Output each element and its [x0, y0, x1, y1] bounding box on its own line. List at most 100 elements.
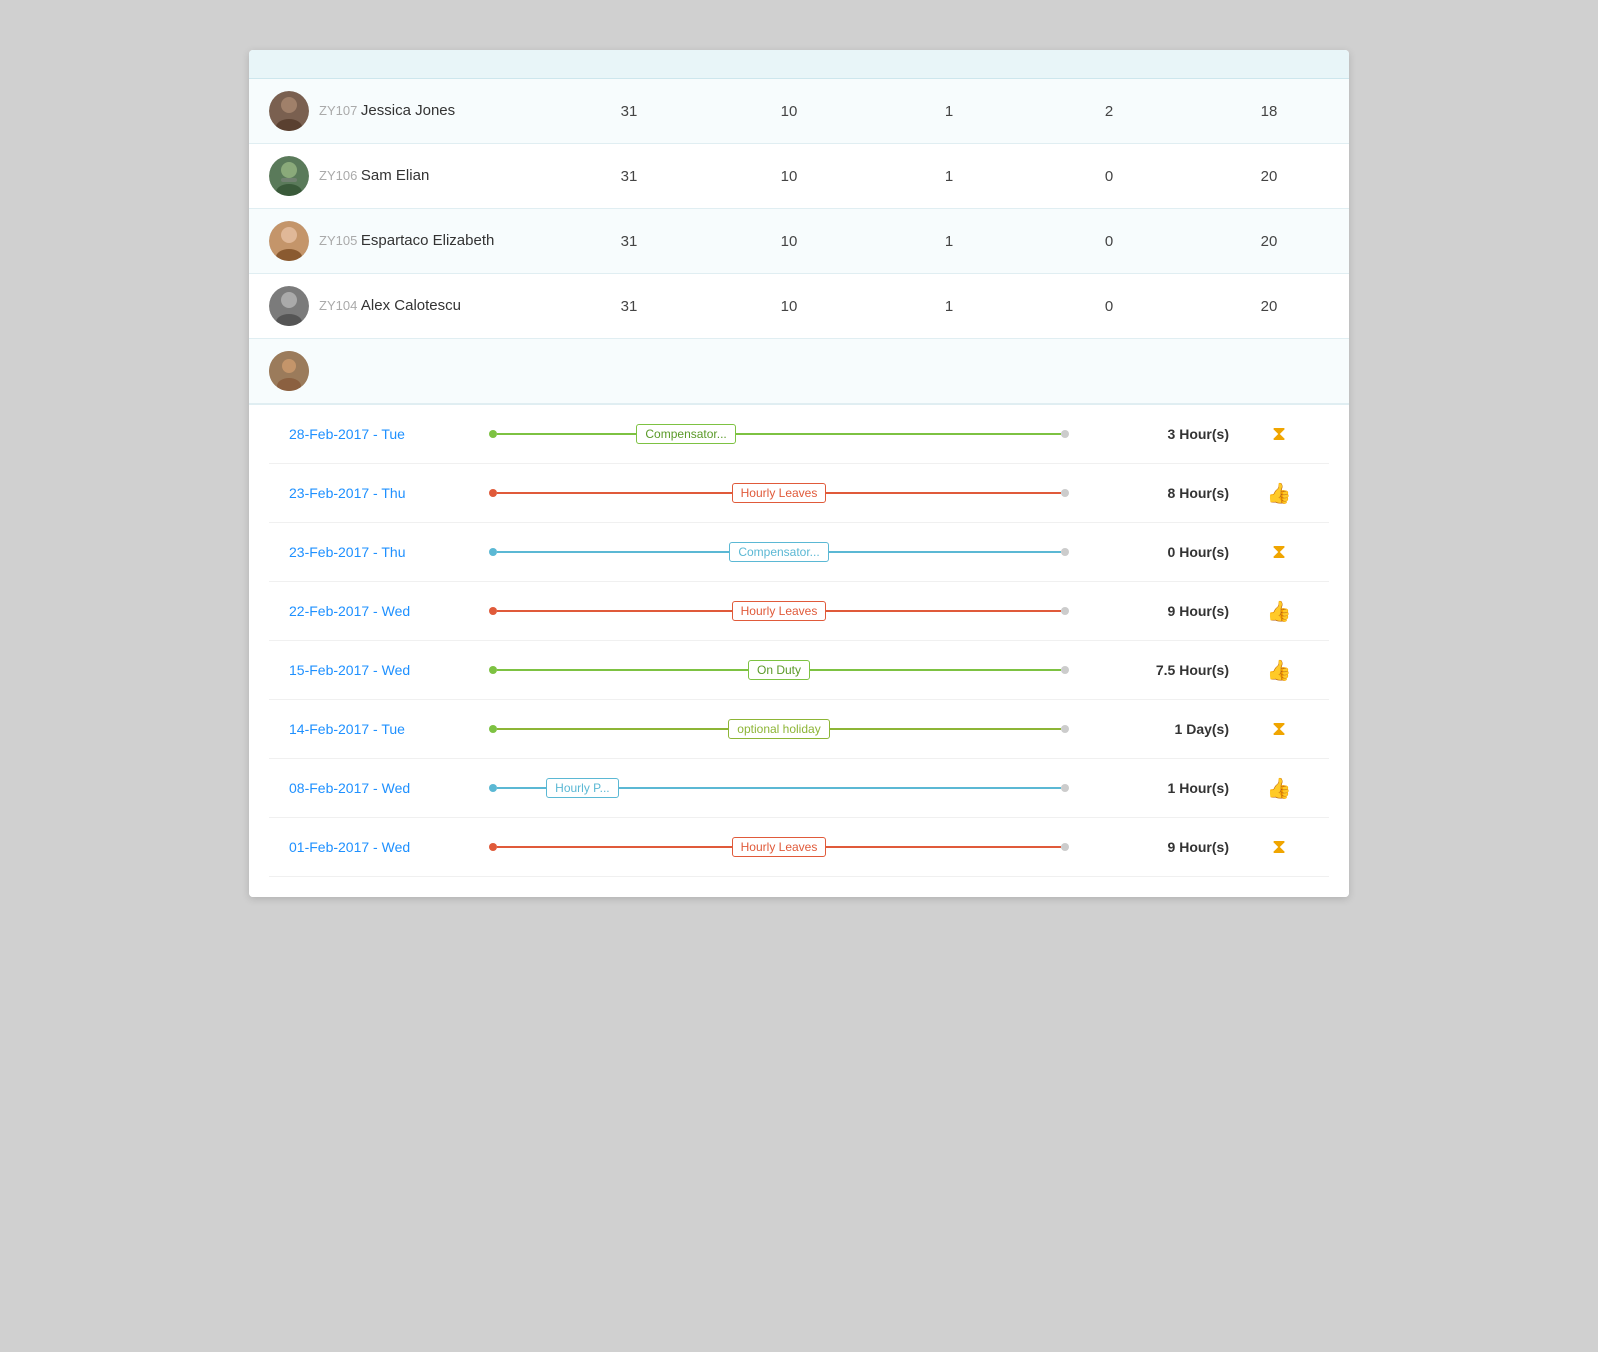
detail-hours: 9 Hour(s): [1069, 603, 1249, 619]
holidays-cell: 1: [869, 298, 1029, 315]
detail-hours: 3 Hour(s): [1069, 426, 1249, 442]
loss-of-pay-cell: 2: [1029, 103, 1189, 120]
timeline-line-left: [497, 610, 732, 612]
timeline-line-left: [497, 728, 728, 730]
detail-date[interactable]: 14-Feb-2017 - Tue: [289, 721, 489, 737]
detail-row: 15-Feb-2017 - Wed On Duty 7.5 Hour(s) 👍: [269, 641, 1329, 700]
detail-date[interactable]: 08-Feb-2017 - Wed: [289, 780, 489, 796]
total-days-cell: 31: [549, 168, 709, 185]
detail-date[interactable]: 22-Feb-2017 - Wed: [289, 603, 489, 619]
timeline-label: Hourly Leaves: [732, 483, 827, 503]
timeline-line-left: [497, 787, 546, 789]
timeline: optional holiday: [489, 714, 1069, 744]
status-icon: 👍: [1249, 599, 1309, 624]
weekend-cell: 10: [709, 233, 869, 250]
thumbs-icon: 👍: [1267, 601, 1292, 623]
timeline-line-right: [826, 610, 1061, 612]
timeline-line-right: [826, 846, 1061, 848]
status-icon: 👍: [1249, 481, 1309, 506]
detail-hours: 1 Hour(s): [1069, 780, 1249, 796]
timeline-dot-right: [1061, 843, 1069, 851]
loss-of-pay-cell: 0: [1029, 233, 1189, 250]
status-icon: ⧗: [1249, 718, 1309, 741]
detail-row: 23-Feb-2017 - Thu Compensator... 0 Hour(…: [269, 523, 1329, 582]
thumbs-icon: 👍: [1267, 778, 1292, 800]
employee-cell: ZY105 Espartaco Elizabeth: [269, 221, 549, 261]
employee-name: Jessica Jones: [361, 102, 455, 119]
employee-cell: ZY104 Alex Calotescu: [269, 286, 549, 326]
employee-cell: ZY106 Sam Elian: [269, 156, 549, 196]
loss-of-pay-cell: 0: [1029, 298, 1189, 315]
detail-date[interactable]: 01-Feb-2017 - Wed: [289, 839, 489, 855]
status-icon: ⧗: [1249, 836, 1309, 859]
timeline-dot-right: [1061, 607, 1069, 615]
timeline-line-right: [619, 787, 1061, 789]
employee-id: ZY106: [319, 168, 361, 183]
table-row[interactable]: ZY106 Sam Elian 31 10 1 0 20: [249, 144, 1349, 209]
timeline-dot-left: [489, 607, 497, 615]
status-icon: 👍: [1249, 776, 1309, 801]
timeline-dot-right: [1061, 725, 1069, 733]
detail-hours: 7.5 Hour(s): [1069, 662, 1249, 678]
timeline-line-left: [497, 492, 732, 494]
detail-date[interactable]: 23-Feb-2017 - Thu: [289, 544, 489, 560]
employee-name: Sam Elian: [361, 167, 429, 184]
employee-cell: ZY107 Jessica Jones: [269, 91, 549, 131]
detail-date[interactable]: 15-Feb-2017 - Wed: [289, 662, 489, 678]
table-row[interactable]: ZY105 Espartaco Elizabeth 31 10 1 0 20: [249, 209, 1349, 274]
table-header: [249, 50, 1349, 79]
timeline-label: Compensator...: [636, 424, 735, 444]
timeline-line-left: [497, 551, 729, 553]
timeline-line-left: [497, 433, 636, 435]
status-icon: 👍: [1249, 658, 1309, 683]
table-row[interactable]: ZY107 Jessica Jones 31 10 1 2 18: [249, 79, 1349, 144]
timeline-line-right: [830, 728, 1061, 730]
timeline-label: Hourly Leaves: [732, 601, 827, 621]
total-days-cell: 31: [549, 103, 709, 120]
timeline-dot-right: [1061, 548, 1069, 556]
detail-date[interactable]: 28-Feb-2017 - Tue: [289, 426, 489, 442]
hourglass-icon: ⧗: [1272, 718, 1286, 740]
timeline-label: optional holiday: [728, 719, 829, 739]
detail-row: 01-Feb-2017 - Wed Hourly Leaves 9 Hour(s…: [269, 818, 1329, 877]
total-days-cell: 31: [549, 233, 709, 250]
timeline: On Duty: [489, 655, 1069, 685]
partial-employee-row: [249, 339, 1349, 404]
employee-id: ZY104: [319, 298, 361, 313]
timeline: Compensator...: [489, 419, 1069, 449]
payable-days-cell: 18: [1189, 103, 1349, 120]
total-days-cell: 31: [549, 298, 709, 315]
hourglass-icon: ⧗: [1272, 541, 1286, 563]
detail-date[interactable]: 23-Feb-2017 - Thu: [289, 485, 489, 501]
weekend-cell: 10: [709, 168, 869, 185]
employee-rows: ZY107 Jessica Jones 31 10 1 2 18 ZY106 S…: [249, 79, 1349, 339]
detail-row: 14-Feb-2017 - Tue optional holiday 1 Day…: [269, 700, 1329, 759]
timeline-dot-left: [489, 548, 497, 556]
timeline-line-right: [826, 492, 1061, 494]
detail-hours: 8 Hour(s): [1069, 485, 1249, 501]
timeline-line-left: [497, 669, 748, 671]
timeline-line-left: [497, 846, 732, 848]
timeline-dot-left: [489, 489, 497, 497]
status-icon: ⧗: [1249, 541, 1309, 564]
timeline: Hourly Leaves: [489, 478, 1069, 508]
employee-id: ZY107: [319, 103, 361, 118]
timeline-dot-right: [1061, 666, 1069, 674]
table-row[interactable]: ZY104 Alex Calotescu 31 10 1 0 20: [249, 274, 1349, 339]
timeline-line-right: [810, 669, 1061, 671]
hourglass-icon: ⧗: [1272, 423, 1286, 445]
avatar: [269, 221, 309, 261]
timeline-dot-left: [489, 430, 497, 438]
detail-row: 23-Feb-2017 - Thu Hourly Leaves 8 Hour(s…: [269, 464, 1329, 523]
payable-days-cell: 20: [1189, 233, 1349, 250]
timeline-dot-right: [1061, 430, 1069, 438]
employee-name: Espartaco Elizabeth: [361, 232, 494, 249]
timeline-label: Hourly P...: [546, 778, 618, 798]
main-container: ZY107 Jessica Jones 31 10 1 2 18 ZY106 S…: [249, 50, 1349, 897]
timeline-dot-left: [489, 784, 497, 792]
thumbs-icon: 👍: [1267, 660, 1292, 682]
detail-row: 08-Feb-2017 - Wed Hourly P... 1 Hour(s) …: [269, 759, 1329, 818]
employee-id: ZY105: [319, 233, 361, 248]
weekend-cell: 10: [709, 103, 869, 120]
timeline-label: Compensator...: [729, 542, 828, 562]
